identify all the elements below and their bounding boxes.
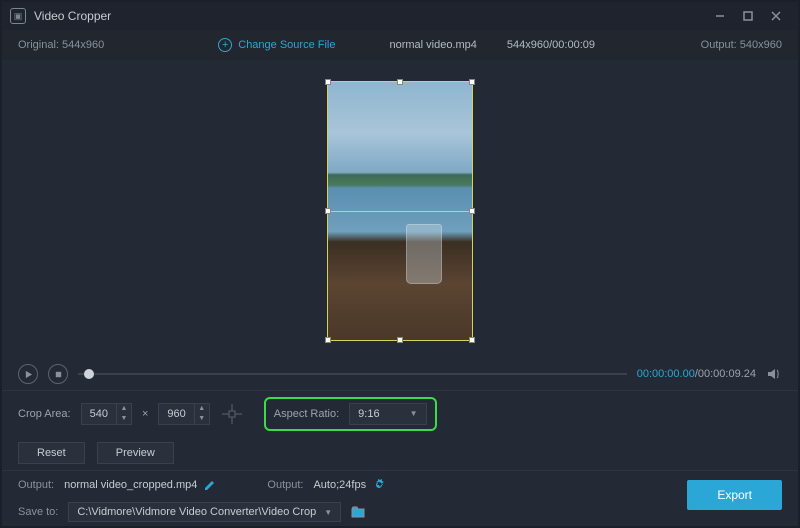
crop-guide-line [328,211,472,212]
save-to-value: C:\Vidmore\Vidmore Video Converter\Video… [77,506,316,518]
title-bar: ▣ Video Cropper [2,2,798,30]
volume-icon[interactable] [766,366,782,382]
crop-width-up[interactable]: ▲ [117,404,131,414]
edit-filename-icon[interactable] [203,478,217,492]
minimize-button[interactable] [706,2,734,30]
save-to-row: Save to: C:\Vidmore\Vidmore Video Conver… [2,498,798,526]
seek-bar[interactable] [78,373,627,375]
aspect-ratio-value: 9:16 [358,408,379,420]
reset-preview-row: Reset Preview [2,436,798,470]
app-logo-icon: ▣ [10,8,26,24]
crop-handle-mid-left[interactable] [325,208,331,214]
play-button[interactable] [18,364,38,384]
plus-circle-icon: + [218,38,232,52]
aspect-ratio-highlight: Aspect Ratio: 9:16 ▼ [264,397,437,431]
crop-handle-bottom-left[interactable] [325,337,331,343]
crop-width-down[interactable]: ▼ [117,414,131,424]
crop-height-value: 960 [159,408,193,420]
crop-handle-bottom-right[interactable] [469,337,475,343]
crop-handle-bottom-mid[interactable] [397,337,403,343]
crop-handle-top-left[interactable] [325,79,331,85]
close-button[interactable] [762,2,790,30]
source-dims-time: 544x960/00:00:09 [507,39,595,51]
change-source-label: Change Source File [238,39,335,51]
aspect-ratio-select[interactable]: 9:16 ▼ [349,403,426,425]
output-file-label: Output: [18,479,54,491]
window-title: Video Cropper [34,9,111,23]
crop-height-input[interactable]: 960 ▲▼ [158,403,209,425]
crop-handle-mid-right[interactable] [469,208,475,214]
chevron-down-icon: ▼ [410,409,418,418]
output-settings-value: Auto;24fps [313,479,366,491]
gear-icon[interactable] [372,478,386,492]
stop-button[interactable] [48,364,68,384]
chevron-down-icon: ▼ [324,508,332,517]
crop-area-label: Crop Area: [18,408,71,420]
crop-handle-top-mid[interactable] [397,79,403,85]
total-time: /00:00:09.24 [695,368,756,380]
open-folder-icon[interactable] [351,505,365,519]
output-value: 540x960 [740,39,782,51]
change-source-button[interactable]: + Change Source File [218,38,335,52]
original-label: Original: [18,39,59,51]
maximize-button[interactable] [734,2,762,30]
info-strip: Original: 544x960 + Change Source File n… [2,30,798,60]
aspect-ratio-label: Aspect Ratio: [274,408,339,420]
export-button[interactable]: Export [687,480,782,510]
original-value: 544x960 [62,39,104,51]
output-file-row: Output: normal video_cropped.mp4 Output:… [2,470,798,498]
output-label: Output: [701,39,737,51]
original-dimensions: Original: 544x960 [18,39,104,51]
current-time: 00:00:00.00 [637,368,695,380]
seek-knob[interactable] [84,369,94,379]
playback-bar: 00:00:00.00/00:00:09.24 [2,358,798,390]
preview-button[interactable]: Preview [97,442,174,464]
crop-handle-top-right[interactable] [469,79,475,85]
crop-width-value: 540 [82,408,116,420]
reset-button[interactable]: Reset [18,442,85,464]
center-align-button[interactable] [220,402,244,426]
output-settings-label: Output: [267,479,303,491]
save-to-select[interactable]: C:\Vidmore\Vidmore Video Converter\Video… [68,502,341,522]
crop-controls-row: Crop Area: 540 ▲▼ × 960 ▲▼ Aspect Ratio:… [2,390,798,436]
crop-height-down[interactable]: ▼ [195,414,209,424]
preview-area [2,60,798,358]
crop-width-input[interactable]: 540 ▲▼ [81,403,132,425]
crop-frame[interactable] [327,81,473,341]
output-dimensions: Output: 540x960 [701,39,782,51]
crop-height-up[interactable]: ▲ [195,404,209,414]
output-file-value: normal video_cropped.mp4 [64,479,197,491]
timecode: 00:00:00.00/00:00:09.24 [637,368,756,380]
dimension-times: × [142,408,148,420]
source-filename: normal video.mp4 [389,39,476,51]
save-to-label: Save to: [18,506,58,518]
